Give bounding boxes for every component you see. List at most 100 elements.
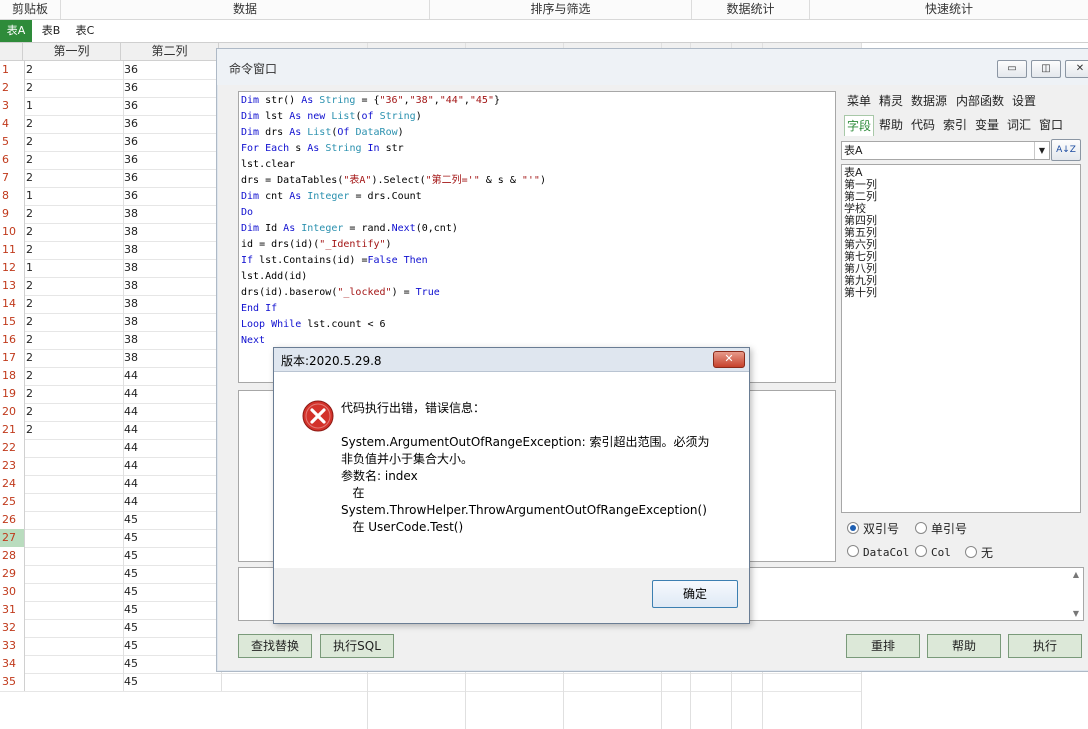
cell-col2[interactable]: 44	[121, 421, 222, 439]
tab-table-a[interactable]: 表A	[0, 20, 32, 42]
cell-col1[interactable]: 2	[23, 241, 124, 259]
field-list-item[interactable]: 第十列	[844, 287, 877, 299]
cell-col1[interactable]: 2	[23, 313, 124, 331]
row-number[interactable]: 26	[0, 511, 25, 529]
row-number[interactable]: 8	[0, 187, 25, 205]
cell-col1[interactable]: 2	[23, 223, 124, 241]
find-replace-button[interactable]: 查找替换	[238, 634, 312, 658]
menu-tab-vocabulary[interactable]: 词汇	[1007, 115, 1031, 135]
cell-col2[interactable]: 44	[121, 457, 222, 475]
cell-col2[interactable]: 38	[121, 313, 222, 331]
cell-col1[interactable]	[23, 583, 124, 601]
scroll-up-icon[interactable]: ▲	[1073, 570, 1079, 579]
row-number[interactable]: 16	[0, 331, 25, 349]
row-number[interactable]: 21	[0, 421, 25, 439]
cell-col2[interactable]: 38	[121, 331, 222, 349]
cell-col1[interactable]	[23, 547, 124, 565]
radio-none[interactable]: 无	[965, 545, 993, 561]
cell-col1[interactable]: 2	[23, 385, 124, 403]
cell-col2[interactable]: 38	[121, 205, 222, 223]
cell-col1[interactable]: 1	[23, 259, 124, 277]
radio-col[interactable]: Col	[915, 545, 951, 561]
cell-col1[interactable]: 2	[23, 205, 124, 223]
row-number[interactable]: 25	[0, 493, 25, 511]
cell-col1[interactable]	[23, 565, 124, 583]
row-number[interactable]: 31	[0, 601, 25, 619]
cell-col2[interactable]: 45	[121, 547, 222, 565]
cell-col1[interactable]: 2	[23, 403, 124, 421]
cell-col2[interactable]: 38	[121, 259, 222, 277]
close-button[interactable]: ✕	[1065, 60, 1088, 78]
cell-col1[interactable]	[23, 529, 124, 547]
cell-col1[interactable]	[23, 655, 124, 673]
rearrange-button[interactable]: 重排	[846, 634, 920, 658]
menu-tab-window[interactable]: 窗口	[1039, 115, 1063, 135]
radio-datacol[interactable]: DataCol	[847, 545, 909, 561]
dialog-close-button[interactable]: ✕	[713, 351, 745, 368]
cell-col2[interactable]: 45	[121, 637, 222, 655]
menu-tab-functions[interactable]: 内部函数	[956, 91, 1004, 111]
column-header-2[interactable]: 第二列	[121, 43, 219, 61]
row-number[interactable]: 15	[0, 313, 25, 331]
field-list[interactable]: 表A 第一列 第二列 学校 第四列 第五列 第六列 第七列 第八列 第九列 第十列	[841, 164, 1081, 513]
cell-col2[interactable]: 44	[121, 367, 222, 385]
row-number[interactable]: 17	[0, 349, 25, 367]
row-number[interactable]: 6	[0, 151, 25, 169]
cell-col1[interactable]: 2	[23, 169, 124, 187]
row-number[interactable]: 13	[0, 277, 25, 295]
cell-col1[interactable]: 2	[23, 421, 124, 439]
minimize-button[interactable]: ▭	[997, 60, 1027, 78]
code-editor[interactable]: Dim str() As String = {"36","38","44","4…	[238, 91, 836, 383]
cell-col1[interactable]: 2	[23, 61, 124, 79]
cell-col2[interactable]: 36	[121, 187, 222, 205]
error-dialog-titlebar[interactable]: 版本:2020.5.29.8 ✕	[274, 348, 749, 372]
cell-col2[interactable]: 45	[121, 601, 222, 619]
radio-single-quote[interactable]: 单引号	[915, 521, 967, 537]
cell-col1[interactable]: 2	[23, 151, 124, 169]
cell-col1[interactable]	[23, 439, 124, 457]
menu-tab-wizard[interactable]: 精灵	[879, 91, 903, 111]
cell-col2[interactable]: 45	[121, 565, 222, 583]
cell-col2[interactable]: 44	[121, 385, 222, 403]
cell-col2[interactable]: 38	[121, 241, 222, 259]
sort-az-button[interactable]: A↓Z	[1051, 139, 1081, 161]
cell-col1[interactable]	[23, 619, 124, 637]
row-number[interactable]: 1	[0, 61, 25, 79]
cell-col2[interactable]: 36	[121, 79, 222, 97]
row-number[interactable]: 35	[0, 673, 25, 691]
row-number[interactable]: 19	[0, 385, 25, 403]
tab-table-c[interactable]: 表C	[70, 20, 100, 42]
cell-col2[interactable]: 44	[121, 439, 222, 457]
cell-col1[interactable]: 1	[23, 187, 124, 205]
cell-col1[interactable]	[23, 511, 124, 529]
menu-tab-fields[interactable]: 字段	[844, 115, 875, 136]
cell-col2[interactable]: 36	[121, 151, 222, 169]
menu-tab-datasource[interactable]: 数据源	[911, 91, 947, 111]
cell-col2[interactable]: 38	[121, 277, 222, 295]
radio-double-quote[interactable]: 双引号	[847, 521, 899, 537]
row-number[interactable]: 3	[0, 97, 25, 115]
row-number[interactable]: 27	[0, 529, 25, 547]
row-number[interactable]: 20	[0, 403, 25, 421]
chevron-down-icon[interactable]: ▼	[1034, 142, 1049, 159]
row-number[interactable]: 4	[0, 115, 25, 133]
row-number[interactable]: 2	[0, 79, 25, 97]
scroll-down-icon[interactable]: ▼	[1073, 609, 1079, 618]
ok-button[interactable]: 确定	[652, 580, 738, 608]
row-number[interactable]: 10	[0, 223, 25, 241]
cell-col1[interactable]: 2	[23, 79, 124, 97]
cell-col2[interactable]: 36	[121, 133, 222, 151]
cell-col2[interactable]: 44	[121, 475, 222, 493]
cell-col1[interactable]	[23, 673, 124, 691]
cell-col2[interactable]: 36	[121, 61, 222, 79]
cell-col1[interactable]: 2	[23, 331, 124, 349]
cell-col1[interactable]: 1	[23, 97, 124, 115]
row-number[interactable]: 33	[0, 637, 25, 655]
cell-col1[interactable]: 2	[23, 115, 124, 133]
command-window-titlebar[interactable]: 命令窗口 ▭ ◫ ✕	[217, 49, 1088, 85]
table-select[interactable]: 表A ▼	[841, 141, 1050, 160]
row-number[interactable]: 23	[0, 457, 25, 475]
row-number[interactable]: 29	[0, 565, 25, 583]
cell-col2[interactable]: 44	[121, 493, 222, 511]
row-number[interactable]: 32	[0, 619, 25, 637]
